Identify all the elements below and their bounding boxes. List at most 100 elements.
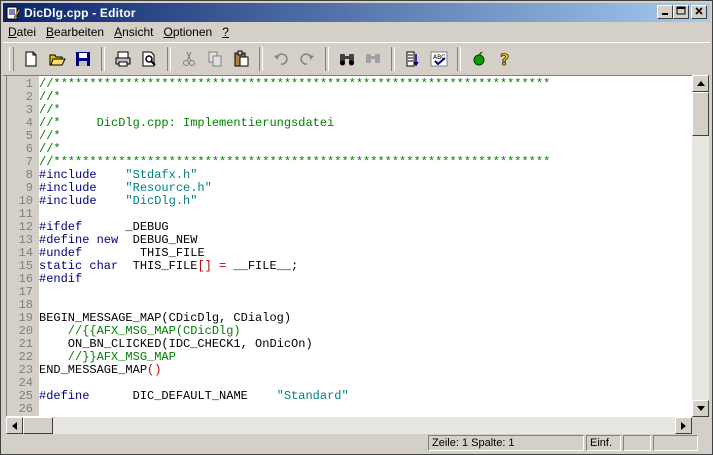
scroll-up-button[interactable] <box>692 75 709 92</box>
menu-ansicht[interactable]: Ansicht <box>109 25 158 39</box>
code-line[interactable]: 26 <box>7 403 550 416</box>
code-text: #include "DicDlg.h" <box>37 195 197 208</box>
code-token: "Stdafx.h" <box>125 168 198 182</box>
svg-text:?: ? <box>500 50 509 68</box>
code-line[interactable]: 4//* DicDlg.cpp: Implementierungsdatei <box>7 117 550 130</box>
menu-datei-label: Datei <box>8 25 37 39</box>
help-button[interactable]: ? <box>493 47 517 71</box>
title-bar[interactable]: DicDlg.cpp - Editor <box>3 3 710 22</box>
code-line[interactable]: 25 #define DIC_DEFAULT_NAME "Standard" <box>7 390 550 403</box>
print-icon <box>115 51 131 67</box>
code-line[interactable]: 17 <box>7 286 550 299</box>
replace-icon <box>366 54 380 63</box>
code-token: END_MESSAGE_MAP <box>39 363 148 377</box>
editor-window: DicDlg.cpp - Editor Datei Bearbeiten Ans… <box>0 0 713 455</box>
code-text: //* DicDlg.cpp: Implementierungsdatei <box>37 117 334 130</box>
maximize-button[interactable] <box>673 5 689 19</box>
menu-help[interactable]: ? <box>217 25 234 39</box>
status-message <box>5 435 426 451</box>
toolbar-separator <box>259 47 263 71</box>
code-token: //* <box>39 142 61 156</box>
find-icon <box>340 54 354 66</box>
spellcheck-button[interactable]: ABC <box>427 47 451 71</box>
scroll-right-button[interactable] <box>675 417 692 434</box>
code-token: "Resource.h" <box>125 181 212 195</box>
menu-optionen[interactable]: Optionen <box>158 25 217 39</box>
print-button[interactable] <box>111 47 135 71</box>
code-text: //**************************************… <box>37 78 550 91</box>
redo-button <box>295 47 319 71</box>
close-button[interactable] <box>691 5 707 19</box>
code-token: #include <box>39 181 97 195</box>
toolbar-separator <box>457 47 461 71</box>
code-token: //{{AFX_MSG_MAP(CDicDlg) <box>39 324 241 338</box>
menu-bearbeiten[interactable]: Bearbeiten <box>41 25 109 39</box>
print-preview-button[interactable] <box>137 47 161 71</box>
notepad-icon <box>6 6 20 19</box>
code-token: __FILE__; <box>226 259 299 273</box>
menu-optionen-label: Optionen <box>163 25 213 39</box>
toolbar-separator <box>167 47 171 71</box>
code-line[interactable]: 1//*************************************… <box>7 78 551 91</box>
cut-icon <box>183 51 195 66</box>
redo-icon <box>300 53 314 65</box>
vertical-scroll-thumb[interactable] <box>692 92 709 136</box>
toolbar-grip[interactable] <box>9 47 14 71</box>
code-line[interactable]: 15 static char THIS_FILE[] = __FILE__; <box>7 260 550 273</box>
code-token: //* DicDlg.cpp: Implementierungsdatei <box>39 116 335 130</box>
arrow-down-icon <box>696 406 705 411</box>
toolbar-separator <box>391 47 395 71</box>
minimize-button[interactable] <box>657 5 673 19</box>
scroll-left-button[interactable] <box>6 417 23 434</box>
run-icon <box>473 51 485 66</box>
cut-button <box>177 47 201 71</box>
undo-icon <box>274 53 288 65</box>
menu-bar: Datei Bearbeiten Ansicht Optionen ? <box>3 23 234 41</box>
replace-button <box>361 47 385 71</box>
code-line[interactable]: 23 END_MESSAGE_MAP() <box>7 364 550 377</box>
scroll-down-button[interactable] <box>692 400 709 417</box>
spellcheck-icon: ABC <box>430 51 448 67</box>
code-token: BEGIN_MESSAGE_MAP(CDicDlg, CDialog) <box>39 311 292 325</box>
open-folder-button[interactable] <box>45 47 69 71</box>
code-token: ON_BN_CLICKED(IDC_CHECK1, OnDicOn) <box>39 337 313 351</box>
code-text: #endif <box>37 273 82 286</box>
maximize-icon <box>676 6 686 15</box>
code-token: static char <box>39 259 119 273</box>
toolbar: ABC? <box>3 42 710 76</box>
code-line[interactable]: 16 #endif <box>7 273 550 286</box>
code-token: THIS_FILE <box>82 246 205 260</box>
paste-button[interactable] <box>229 47 253 71</box>
code-token: #include <box>39 194 97 208</box>
code-token: "DicDlg.h" <box>125 194 198 208</box>
close-icon <box>695 7 703 15</box>
code-line[interactable]: 10 #include "DicDlg.h" <box>7 195 550 208</box>
horizontal-scroll-thumb[interactable] <box>23 417 53 434</box>
code-token: "Standard" <box>276 389 349 403</box>
find-button[interactable] <box>335 47 359 71</box>
code-line[interactable]: 2//* <box>7 91 550 104</box>
status-panel-empty-2 <box>653 435 698 451</box>
new-file-button[interactable] <box>19 47 43 71</box>
code-token: #define new <box>39 233 119 247</box>
save-button[interactable] <box>71 47 95 71</box>
run-button[interactable] <box>467 47 491 71</box>
toolbar-separator <box>325 47 329 71</box>
line-number: 26 <box>18 402 33 416</box>
menu-datei[interactable]: Datei <box>3 25 41 39</box>
vertical-scrollbar[interactable] <box>692 75 709 417</box>
horizontal-scrollbar[interactable] <box>6 417 692 434</box>
indent-button[interactable] <box>401 47 425 71</box>
print-preview-icon <box>142 51 156 67</box>
code-editor[interactable]: 1//*************************************… <box>6 75 694 417</box>
code-token: #endif <box>39 272 83 286</box>
code-line[interactable]: 5//* <box>7 130 550 143</box>
code-lines: 1//*************************************… <box>7 78 551 416</box>
minimize-icon <box>662 13 668 15</box>
